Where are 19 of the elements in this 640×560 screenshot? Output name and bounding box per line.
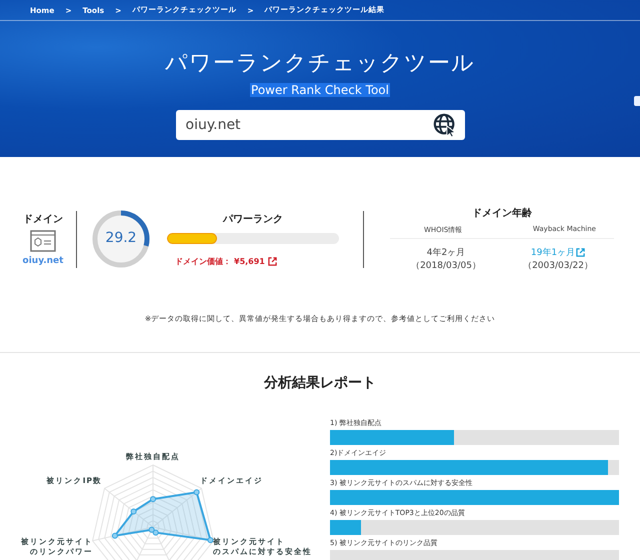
- domain-link[interactable]: oiuy.net: [22, 256, 64, 266]
- domain-search-field[interactable]: oiuy.net: [176, 110, 464, 140]
- registration-date: （2018/03/05）: [411, 260, 481, 272]
- globe-cursor-icon[interactable]: [432, 113, 456, 137]
- website-icon: [30, 230, 56, 252]
- page-subtitle: Power Rank Check Tool: [250, 83, 390, 97]
- external-link-icon[interactable]: [576, 248, 586, 257]
- report-title: 分析結果レポート: [262, 375, 377, 392]
- registration-date: （2003/03/22）: [523, 260, 593, 272]
- domain-heading: ドメイン: [23, 213, 63, 226]
- page-title: パワーランクチェックツール: [164, 51, 476, 77]
- domain-age-heading: ドメイン年齢: [472, 206, 532, 220]
- domain-value-link[interactable]: ¥5,691: [234, 256, 265, 266]
- age-value: 4年2ヶ月: [426, 246, 466, 259]
- domain-value-label: ドメイン価値：: [175, 256, 231, 266]
- score-value: 29.2: [104, 230, 138, 246]
- power-rank-heading: パワーランク: [223, 212, 283, 226]
- side-tab-icon[interactable]: [634, 96, 640, 106]
- external-link-icon[interactable]: [268, 256, 277, 266]
